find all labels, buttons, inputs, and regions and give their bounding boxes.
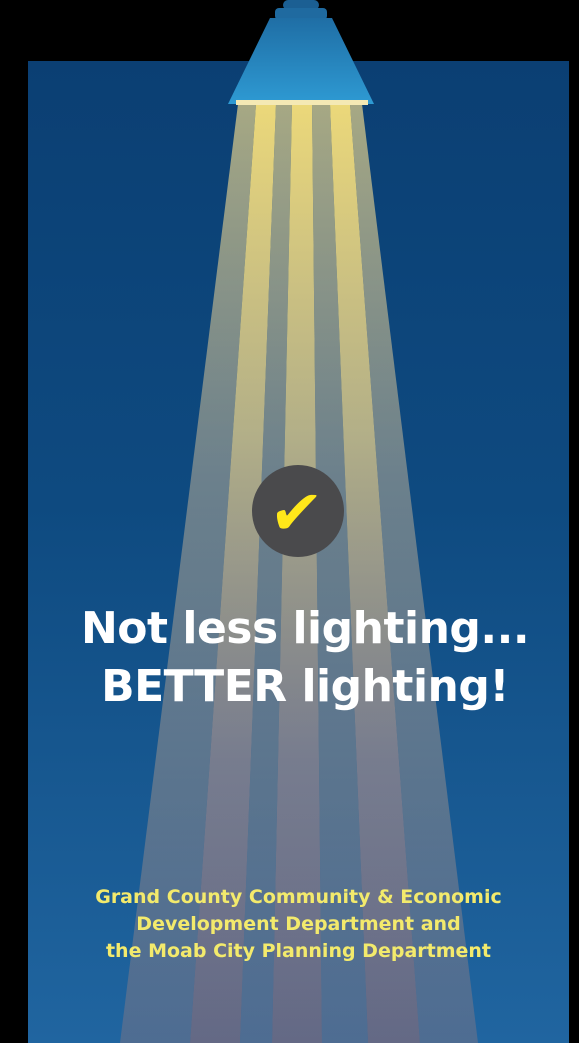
credits-line-2: Development Department and [136, 913, 461, 935]
headline-line-1: Not less lighting... [80, 603, 530, 654]
headline-line-2: BETTER lighting! [101, 661, 509, 712]
credits-line-1: Grand County Community & Economic [95, 886, 502, 908]
credits-line-3: the Moab City Planning Department [105, 940, 492, 962]
credits: Grand County Community & Economic Develo… [28, 884, 569, 965]
headline: Not less lighting... BETTER lighting! [40, 600, 570, 716]
checkmark-icon: ✔ [266, 476, 326, 549]
street-lamp-icon [228, 0, 374, 105]
poster: ✔ Not less lighting... BETTER lighting! … [0, 0, 579, 1043]
check-badge: ✔ [252, 465, 344, 557]
